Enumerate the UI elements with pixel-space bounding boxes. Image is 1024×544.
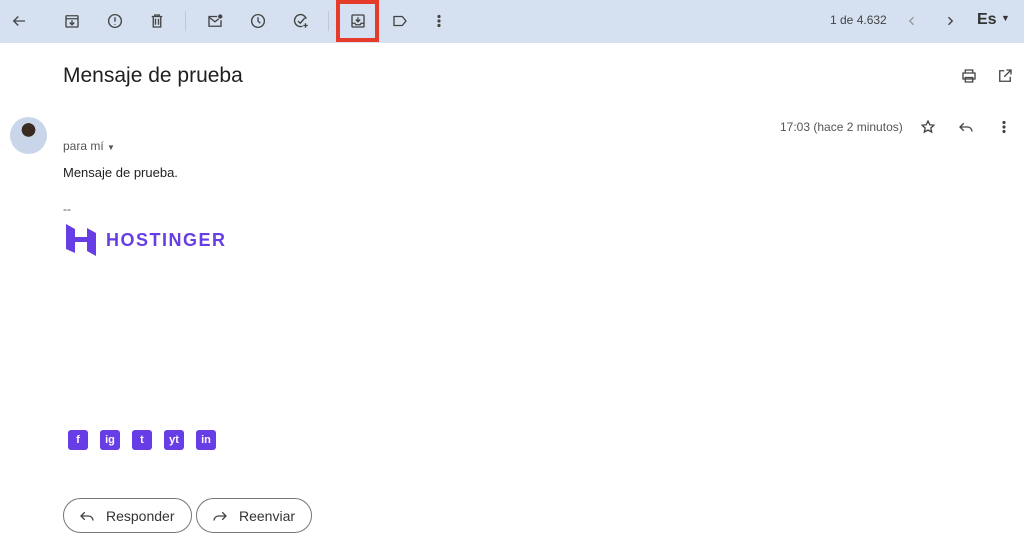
alert-icon bbox=[107, 13, 123, 29]
email-timestamp: 17:03 (hace 2 minutos) bbox=[780, 120, 903, 134]
mail-dot-icon bbox=[208, 14, 223, 27]
logo-text: HOSTINGER bbox=[106, 229, 227, 250]
open-new-window-button[interactable] bbox=[990, 61, 1020, 91]
report-spam-button[interactable] bbox=[100, 6, 130, 36]
divider bbox=[185, 11, 186, 31]
hostinger-h-icon bbox=[66, 224, 96, 256]
hostinger-logo[interactable]: HOSTINGER bbox=[66, 224, 227, 256]
label-icon bbox=[393, 15, 407, 27]
caret-down-icon: ▼ bbox=[1001, 13, 1010, 23]
add-task-button[interactable] bbox=[286, 6, 316, 36]
clock-icon bbox=[250, 13, 266, 29]
more-vert-icon bbox=[1002, 120, 1006, 134]
reply-icon bbox=[959, 122, 973, 132]
reply-icon bbox=[80, 511, 94, 521]
facebook-icon[interactable]: f bbox=[68, 430, 88, 450]
star-icon bbox=[920, 119, 936, 134]
highlight-box bbox=[336, 0, 379, 42]
print-icon bbox=[962, 69, 976, 83]
arrow-left-icon bbox=[12, 16, 25, 26]
reply-button[interactable]: Responder bbox=[63, 498, 192, 533]
more-button[interactable] bbox=[424, 6, 454, 36]
message-more-button[interactable] bbox=[989, 112, 1019, 142]
forward-icon bbox=[213, 511, 227, 521]
twitter-icon[interactable]: t bbox=[132, 430, 152, 450]
divider bbox=[328, 11, 329, 31]
more-vert-icon bbox=[437, 14, 441, 28]
print-button[interactable] bbox=[954, 61, 984, 91]
signature-separator: -- bbox=[63, 202, 71, 216]
input-language-button[interactable]: Es ▼ bbox=[977, 11, 1010, 29]
delete-button[interactable] bbox=[142, 6, 172, 36]
instagram-icon[interactable]: ig bbox=[100, 430, 120, 450]
forward-label: Reenviar bbox=[239, 507, 296, 524]
newer-button[interactable] bbox=[897, 6, 927, 36]
forward-button[interactable]: Reenviar bbox=[196, 498, 313, 533]
email-body: Mensaje de prueba. bbox=[63, 165, 178, 180]
chevron-left-icon bbox=[908, 16, 914, 26]
reply-label: Responder bbox=[106, 507, 175, 524]
back-button[interactable] bbox=[4, 6, 34, 36]
star-button[interactable] bbox=[913, 112, 943, 142]
snooze-button[interactable] bbox=[243, 6, 273, 36]
archive-button[interactable] bbox=[57, 6, 87, 36]
sender-avatar[interactable] bbox=[10, 117, 47, 154]
mark-unread-button[interactable] bbox=[200, 6, 230, 36]
toolbar: 1 de 4.632 Es ▼ bbox=[0, 0, 1024, 43]
labels-button[interactable] bbox=[385, 6, 415, 36]
language-label: Es bbox=[977, 11, 997, 28]
chevron-right-icon bbox=[948, 16, 954, 26]
recipient-label: para mí bbox=[63, 139, 104, 153]
email-subject: Mensaje de prueba bbox=[63, 64, 243, 87]
task-add-icon bbox=[293, 13, 308, 28]
trash-icon bbox=[151, 14, 163, 28]
caret-down-icon: ▼ bbox=[107, 143, 115, 152]
youtube-icon[interactable]: yt bbox=[164, 430, 184, 450]
open-in-new-icon bbox=[999, 69, 1012, 82]
archive-icon bbox=[65, 15, 79, 28]
pagination-count: 1 de 4.632 bbox=[830, 13, 887, 27]
older-button[interactable] bbox=[935, 6, 965, 36]
reply-icon-button[interactable] bbox=[951, 112, 981, 142]
recipient-details[interactable]: para mí ▼ bbox=[63, 139, 115, 153]
social-links: f ig t yt in bbox=[68, 430, 216, 450]
linkedin-icon[interactable]: in bbox=[196, 430, 216, 450]
